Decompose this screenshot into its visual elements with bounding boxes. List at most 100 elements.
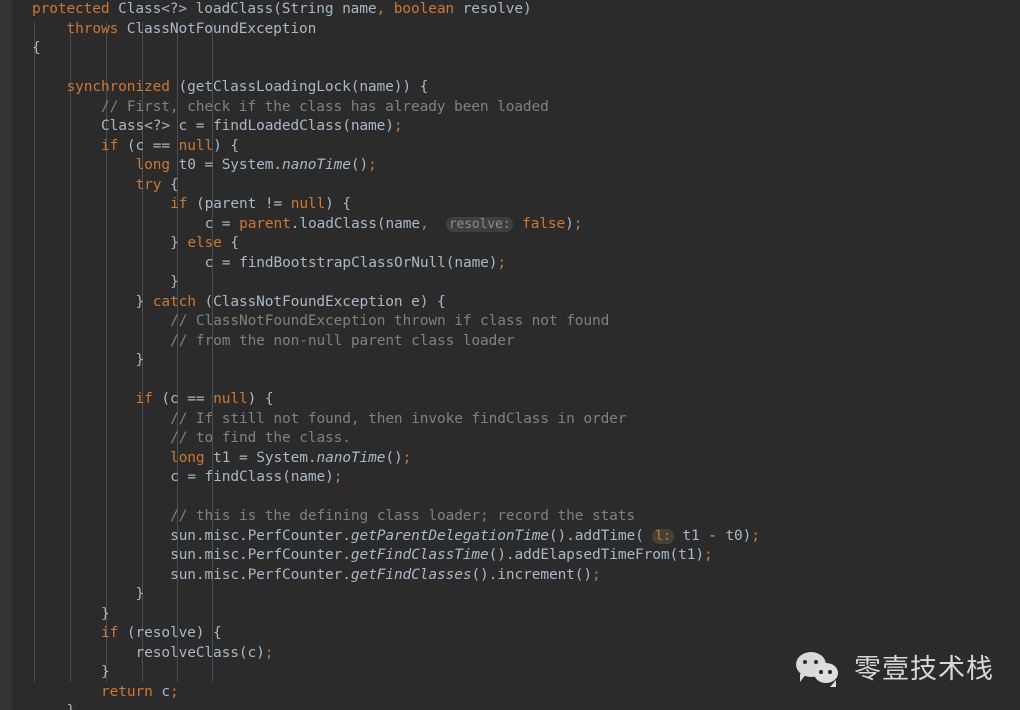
code-token: t1	[678, 547, 696, 563]
code-token: ,	[376, 1, 386, 17]
code-token: nanoTime	[316, 449, 386, 466]
code-token: loadClass	[299, 215, 377, 232]
code-token: ()	[385, 449, 403, 466]
code-token: ))	[393, 79, 411, 95]
code-token: // If still not found, then invoke findC…	[170, 410, 627, 427]
code-token: }	[170, 274, 179, 290]
code-token: ;	[703, 547, 713, 563]
code-editor[interactable]: protected Class<?> loadClass(String name…	[0, 0, 1020, 710]
code-token: // ClassNotFoundException thrown if clas…	[170, 313, 610, 329]
code-token: -	[708, 527, 717, 544]
code-token: (	[204, 293, 214, 310]
code-token: name	[454, 254, 489, 271]
code-line: synchronized (getClassLoadingLock(name))…	[0, 78, 1020, 98]
code-content[interactable]: protected Class<?> loadClass(String name…	[0, 0, 1020, 710]
code-token: (	[126, 137, 136, 154]
code-token: ;	[573, 215, 583, 232]
code-token: {	[419, 79, 429, 95]
code-token: )	[522, 1, 532, 17]
code-token: }	[170, 235, 179, 251]
code-line: // this is the defining class loader; re…	[0, 507, 1020, 527]
code-token: t0	[170, 157, 205, 173]
code-token: .	[488, 566, 498, 583]
code-token: resolve	[454, 1, 523, 17]
code-token: else	[187, 235, 222, 251]
code-token: (	[238, 644, 248, 661]
code-token: Class	[118, 1, 162, 17]
code-token: )	[256, 644, 265, 661]
code-line: sun.misc.PerfCounter.getParentDelegation…	[0, 527, 1020, 547]
code-line: if (resolve) {	[0, 624, 1020, 644]
code-token: System.	[247, 449, 317, 466]
code-token: name	[350, 118, 386, 134]
code-token: addTime	[574, 527, 636, 544]
code-line: }	[0, 702, 1020, 710]
code-line: Class<?> c = findLoadedClass(name);	[0, 117, 1020, 137]
code-token: (	[342, 118, 351, 134]
code-token: c	[170, 469, 188, 485]
code-token: c	[170, 391, 188, 407]
code-token: System.	[213, 157, 282, 173]
code-line: }	[0, 351, 1020, 371]
code-token: if	[101, 625, 119, 641]
code-token: parent	[239, 215, 291, 232]
code-token: (	[195, 196, 205, 212]
code-line: }	[0, 273, 1020, 293]
code-token: if	[135, 391, 153, 407]
code-token: ;	[333, 469, 343, 485]
code-token: (	[161, 391, 171, 407]
code-token: findClass	[204, 469, 283, 485]
code-token: // First, check if the class has already…	[101, 98, 549, 115]
code-token: ;	[264, 644, 274, 661]
code-token: String	[281, 1, 334, 17]
code-token: resolve:	[445, 216, 514, 232]
code-line: } catch (ClassNotFoundException e) {	[0, 293, 1020, 313]
code-token: null	[213, 391, 248, 407]
code-token: (	[126, 625, 136, 641]
code-token: ()	[574, 566, 593, 583]
code-token: {	[264, 391, 274, 407]
code-token: {	[230, 235, 240, 251]
code-line: throws ClassNotFoundException	[0, 20, 1020, 40]
code-token: Class	[101, 118, 145, 134]
code-token: // from the non-null parent class loader	[170, 332, 515, 349]
code-token: ()	[471, 566, 489, 583]
code-token: ,	[419, 215, 429, 232]
code-token: getFindClasses	[350, 566, 472, 583]
code-token: }	[135, 586, 145, 602]
code-token: )	[213, 137, 222, 154]
code-token: getFindClassTime	[350, 547, 489, 563]
code-token: ;	[497, 254, 507, 271]
code-token: <?>	[161, 1, 188, 17]
code-token: throws	[66, 20, 119, 37]
code-token: parent	[204, 196, 265, 212]
code-token: }	[101, 605, 110, 622]
code-line: // If still not found, then invoke findC…	[0, 410, 1020, 430]
code-token: synchronized	[66, 79, 170, 95]
code-token: {	[213, 625, 222, 641]
code-token: )	[325, 469, 334, 485]
code-token: getClassLoadingLock	[187, 79, 351, 95]
code-token: ;	[402, 449, 412, 466]
code-line: protected Class<?> loadClass(String name…	[0, 0, 1020, 20]
code-token: ClassNotFoundException	[213, 293, 403, 310]
code-token: c	[204, 215, 222, 232]
code-token: (	[635, 527, 644, 544]
code-line: long t1 = System.nanoTime();	[0, 449, 1020, 469]
code-token: resolve	[135, 625, 196, 641]
code-token: )	[742, 527, 752, 544]
code-token: )	[385, 118, 394, 134]
code-token: resolveClass	[135, 644, 239, 661]
code-line: // ClassNotFoundException thrown if clas…	[0, 312, 1020, 332]
code-token: ()	[548, 527, 567, 544]
